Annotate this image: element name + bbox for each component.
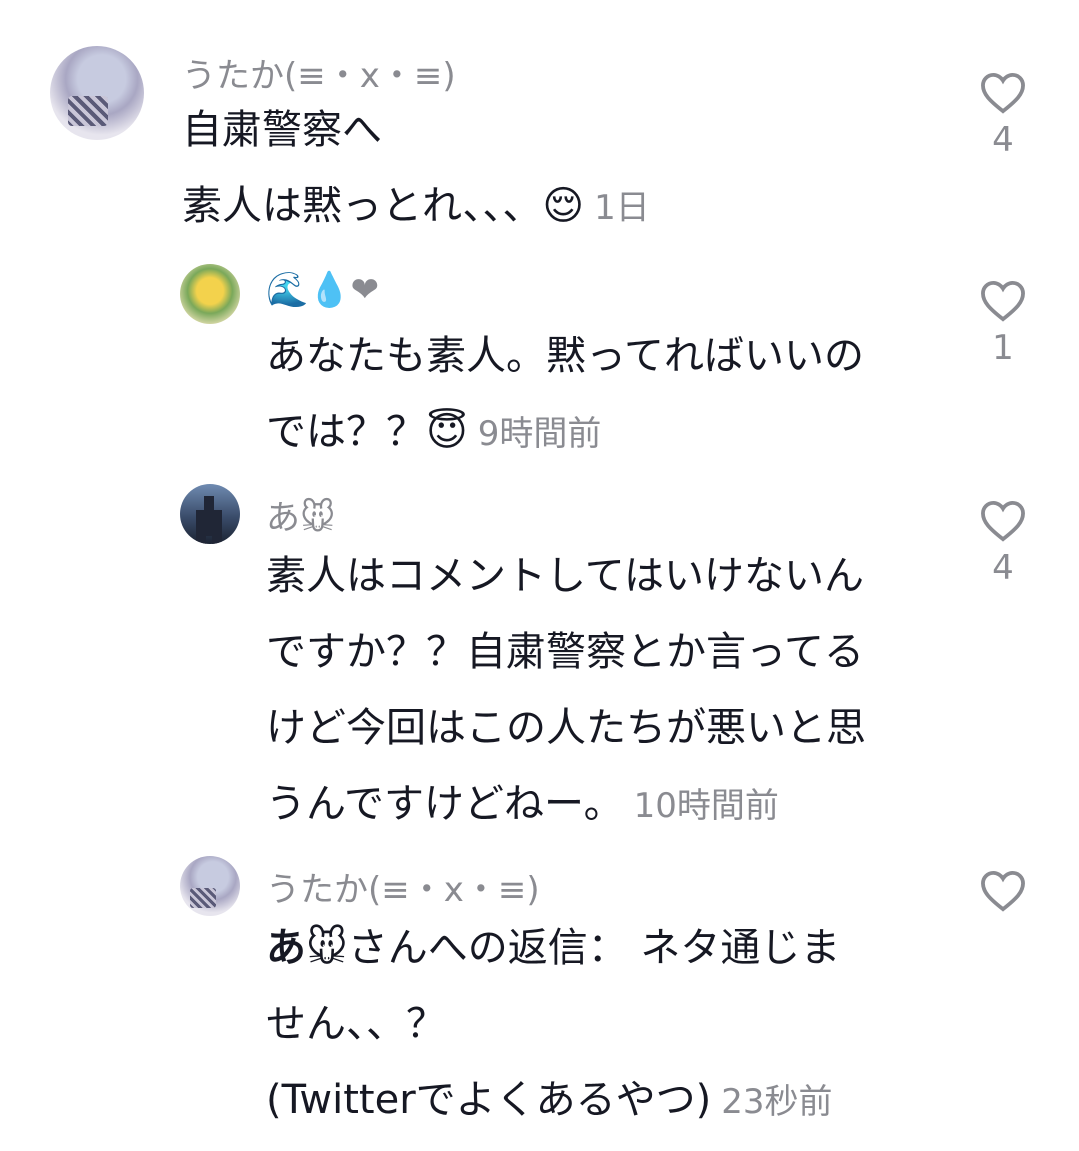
like-button[interactable]: 4 <box>975 72 1031 160</box>
like-count: 1 <box>992 328 1014 368</box>
heart-outline-icon <box>981 72 1025 114</box>
comment-time: 10時間前 <box>633 786 779 826</box>
avatar[interactable] <box>50 46 144 140</box>
heart-outline-icon <box>981 500 1025 542</box>
comment-text: 素人はコメントしてはいけないん ですか？？自粛警察とか言ってる けど今回はこの人… <box>266 553 866 827</box>
comment-time: 23秒前 <box>721 1082 833 1122</box>
like-button[interactable] <box>975 870 1031 916</box>
comment-username[interactable]: うたか(≡・x・≡) <box>266 862 540 911</box>
comment-time: 9時間前 <box>477 414 602 454</box>
comment-username[interactable]: うたか(≡・x・≡) <box>182 48 456 97</box>
like-button[interactable]: 1 <box>975 280 1031 368</box>
avatar[interactable] <box>180 484 240 544</box>
like-button[interactable]: 4 <box>975 500 1031 588</box>
comment-text: あ🐭さんへの返信： ネタ通じま せん、、？ (Twitterでよくあるやつ) 23… <box>266 925 841 1123</box>
like-count: 4 <box>992 120 1014 160</box>
smiling-face-with-halo-icon: 😇 <box>426 409 468 455</box>
comment-username[interactable]: 🌊💧❤ <box>266 270 379 310</box>
heart-outline-icon <box>981 280 1025 322</box>
heart-outline-icon <box>981 870 1025 912</box>
relieved-face-icon: 😌 <box>542 183 585 229</box>
reply-mention[interactable]: あ🐭 <box>266 925 348 971</box>
comment-time: 1日 <box>594 188 650 228</box>
like-count: 4 <box>992 548 1014 588</box>
comment-text: 自粛警察へ 素人は黙っとれ、、、😌 1日 <box>182 107 650 229</box>
avatar[interactable] <box>180 264 240 324</box>
comment-username[interactable]: あ🐭 <box>266 490 335 539</box>
avatar[interactable] <box>180 856 240 916</box>
comment-text: あなたも素人。黙ってればいいの では？？😇 9時間前 <box>266 333 864 455</box>
